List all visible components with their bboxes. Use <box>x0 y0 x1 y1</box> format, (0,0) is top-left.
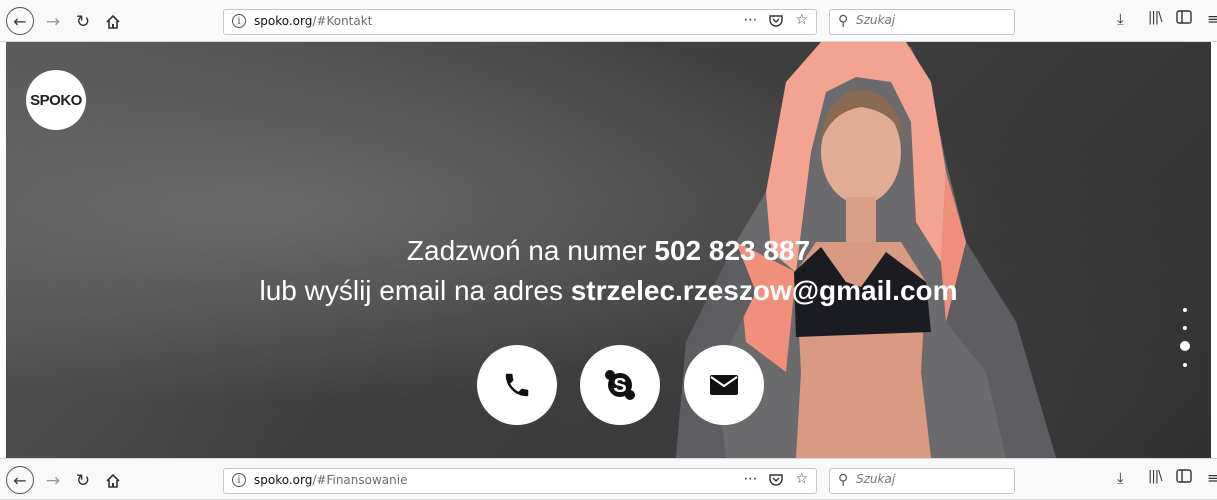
search-bar[interactable]: ⚲ <box>829 9 1015 35</box>
skype-button[interactable]: S <box>580 345 660 425</box>
forward-arrow-icon[interactable]: → <box>40 9 66 35</box>
email-button[interactable] <box>684 345 764 425</box>
section-dot[interactable] <box>1183 308 1187 312</box>
contact-phone-line: Zadzwoń na numer 502 823 887 <box>406 235 811 266</box>
phone-button[interactable] <box>477 345 557 425</box>
section-dot[interactable] <box>1183 363 1187 367</box>
info-icon[interactable]: i <box>232 14 246 28</box>
contact-email-line: lub wyślij email na adres strzelec.rzesz… <box>259 275 958 306</box>
url-bar[interactable]: i spoko.org/#Kontakt ⋯ ☆ <box>223 9 817 35</box>
back-arrow-icon[interactable]: ← <box>6 7 34 35</box>
back-arrow-icon[interactable]: ← <box>6 466 34 494</box>
home-icon[interactable] <box>100 9 126 35</box>
reload-icon[interactable]: ↻ <box>70 468 96 494</box>
browser-toolbar-top: ← → ↻ i spoko.org/#Kontakt ⋯ ☆ ⚲ ⤓ |||\ … <box>0 0 1217 42</box>
site-logo[interactable]: SPOKO <box>26 70 86 130</box>
menu-icon[interactable]: ≡ <box>1207 469 1217 487</box>
library-icon[interactable]: |||\ <box>1148 10 1162 25</box>
section-dot[interactable] <box>1183 326 1187 330</box>
email-address[interactable]: strzelec.rzeszow@gmail.com <box>571 275 958 306</box>
search-input[interactable] <box>856 13 1006 27</box>
url-text: spoko.org/#Finansowanie <box>254 473 408 487</box>
url-text: spoko.org/#Kontakt <box>254 14 373 28</box>
menu-icon[interactable]: ≡ <box>1207 10 1217 28</box>
reload-icon[interactable]: ↻ <box>70 9 96 35</box>
info-icon[interactable]: i <box>232 473 246 487</box>
search-icon: ⚲ <box>838 472 849 488</box>
search-bar[interactable]: ⚲ <box>829 468 1015 494</box>
forward-arrow-icon[interactable]: → <box>40 468 66 494</box>
phone-icon <box>505 373 529 397</box>
skype-icon: S <box>605 370 635 400</box>
phone-number[interactable]: 502 823 887 <box>654 235 810 266</box>
svg-text:S: S <box>613 375 626 397</box>
download-icon[interactable]: ⤓ <box>1117 469 1124 487</box>
search-icon: ⚲ <box>838 13 849 29</box>
library-icon[interactable]: |||\ <box>1148 469 1162 484</box>
search-input[interactable] <box>856 472 1006 486</box>
hero-section: SPOKO Zadzwoń na numer 502 823 887 lub w… <box>6 42 1211 458</box>
bookmark-star-icon[interactable]: ☆ <box>795 12 808 32</box>
bookmark-star-icon[interactable]: ☆ <box>795 471 808 491</box>
home-icon[interactable] <box>100 468 126 494</box>
more-actions-icon[interactable]: ⋯ <box>743 12 757 32</box>
section-dot-active[interactable] <box>1180 341 1190 351</box>
pocket-icon[interactable] <box>769 471 784 491</box>
browser-toolbar-bottom: ← → ↻ i spoko.org/#Finansowanie ⋯ ☆ ⚲ ⤓ … <box>0 458 1217 500</box>
download-icon[interactable]: ⤓ <box>1117 10 1124 28</box>
sidebar-icon[interactable] <box>1176 469 1192 487</box>
more-actions-icon[interactable]: ⋯ <box>743 471 757 491</box>
envelope-icon <box>710 375 738 395</box>
pocket-icon[interactable] <box>769 12 784 32</box>
url-bar[interactable]: i spoko.org/#Finansowanie ⋯ ☆ <box>223 468 817 494</box>
sidebar-icon[interactable] <box>1176 10 1192 28</box>
